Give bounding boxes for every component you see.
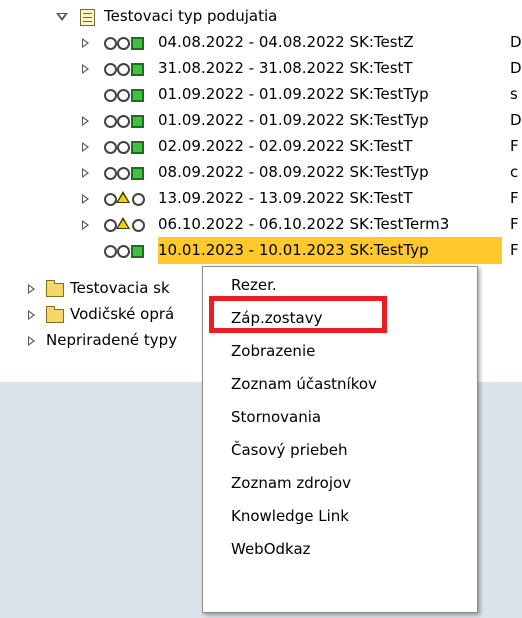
highlight-box <box>209 296 387 333</box>
context-menu-item[interactable]: WebOdkaz <box>231 533 311 566</box>
expand-arrow-icon[interactable] <box>28 310 35 320</box>
expand-arrow-icon[interactable] <box>28 284 35 294</box>
tree-folder-label: Vodičské oprá <box>70 305 175 323</box>
expand-arrow-icon[interactable] <box>82 38 89 48</box>
expand-arrow-icon[interactable] <box>82 142 89 152</box>
status-yellow-light-icon <box>104 217 148 232</box>
context-menu-item[interactable]: Knowledge Link <box>231 500 349 533</box>
status-green-light-icon <box>104 167 148 180</box>
event-date-label: 08.09.2022 - 08.09.2022 SK:TestTyp <box>158 163 429 181</box>
event-row[interactable]: 02.09.2022 - 02.09.2022 SK:TestT F <box>0 133 522 160</box>
event-row[interactable]: 13.09.2022 - 13.09.2022 SK:TestT F <box>0 185 522 212</box>
event-column-2: F <box>510 241 519 259</box>
event-column-2: F <box>510 137 519 155</box>
tree-root-node[interactable]: Testovaci typ podujatia <box>0 3 522 30</box>
expand-arrow-icon[interactable] <box>82 64 89 74</box>
event-column-2: s <box>510 85 518 103</box>
event-date-label: 06.10.2022 - 06.10.2022 SK:TestTerm3 <box>158 215 450 233</box>
tree-unassigned-label: Nepriradené typy <box>46 331 178 349</box>
status-yellow-light-icon <box>104 191 148 206</box>
folder-icon <box>46 280 64 297</box>
event-column-2: D <box>510 33 522 51</box>
event-date-label: 01.09.2022 - 01.09.2022 SK:TestTyp <box>158 111 429 129</box>
event-column-2: F <box>510 215 519 233</box>
expand-arrow-icon[interactable] <box>28 336 35 346</box>
event-column-2: D <box>510 111 522 129</box>
event-date-label: 01.09.2022 - 01.09.2022 SK:TestTyp <box>158 85 429 103</box>
status-green-light-icon <box>104 63 148 76</box>
event-date-label: 31.08.2022 - 31.08.2022 SK:TestT <box>158 59 413 77</box>
tree-unassigned-node[interactable]: Nepriradené typy <box>0 327 210 354</box>
event-row[interactable]: 01.09.2022 - 01.09.2022 SK:TestTyp D <box>0 107 522 134</box>
event-date-label: 13.09.2022 - 13.09.2022 SK:TestT <box>158 189 413 207</box>
folder-icon <box>46 306 64 323</box>
status-green-light-icon <box>104 37 148 50</box>
event-date-label: 02.09.2022 - 02.09.2022 SK:TestT <box>158 137 413 155</box>
status-green-light-icon <box>104 245 148 258</box>
document-icon <box>80 9 95 26</box>
context-menu-item[interactable]: Zobrazenie <box>231 335 315 368</box>
status-green-light-icon <box>104 141 148 154</box>
event-row[interactable]: 10.01.2023 - 10.01.2023 SK:TestTyp F <box>0 237 522 264</box>
event-date-label: 04.08.2022 - 04.08.2022 SK:TestZ <box>158 33 414 51</box>
event-row[interactable]: 01.09.2022 - 01.09.2022 SK:TestTyp s <box>0 81 522 108</box>
event-column-2: F <box>510 189 519 207</box>
context-menu-item[interactable]: Časový priebeh <box>231 434 348 467</box>
event-row[interactable]: 31.08.2022 - 31.08.2022 SK:TestT D <box>0 55 522 82</box>
event-column-2: D <box>510 59 522 77</box>
tree-folder-label: Testovacia sk <box>70 279 170 297</box>
event-row[interactable]: 06.10.2022 - 06.10.2022 SK:TestTerm3 F <box>0 211 522 238</box>
tree-folder-node[interactable]: Testovacia sk <box>0 275 210 302</box>
collapse-arrow-icon[interactable] <box>56 13 68 21</box>
expand-arrow-icon[interactable] <box>82 168 89 178</box>
context-menu-item[interactable]: Zoznam účastníkov <box>231 368 377 401</box>
tree-folder-node[interactable]: Vodičské oprá <box>0 301 210 328</box>
expand-arrow-icon[interactable] <box>82 194 89 204</box>
context-menu-item[interactable]: Stornovania <box>231 401 321 434</box>
event-row[interactable]: 08.09.2022 - 08.09.2022 SK:TestTyp c <box>0 159 522 186</box>
expand-arrow-icon[interactable] <box>82 220 89 230</box>
event-column-2: c <box>510 163 519 181</box>
event-row[interactable]: 04.08.2022 - 04.08.2022 SK:TestZ D <box>0 29 522 56</box>
status-green-light-icon <box>104 115 148 128</box>
tree-root-label: Testovaci typ podujatia <box>104 7 278 25</box>
event-date-label: 10.01.2023 - 10.01.2023 SK:TestTyp <box>158 237 502 264</box>
context-menu-item[interactable]: Zoznam zdrojov <box>231 467 351 500</box>
status-green-light-icon <box>104 89 148 102</box>
expand-arrow-icon[interactable] <box>82 116 89 126</box>
